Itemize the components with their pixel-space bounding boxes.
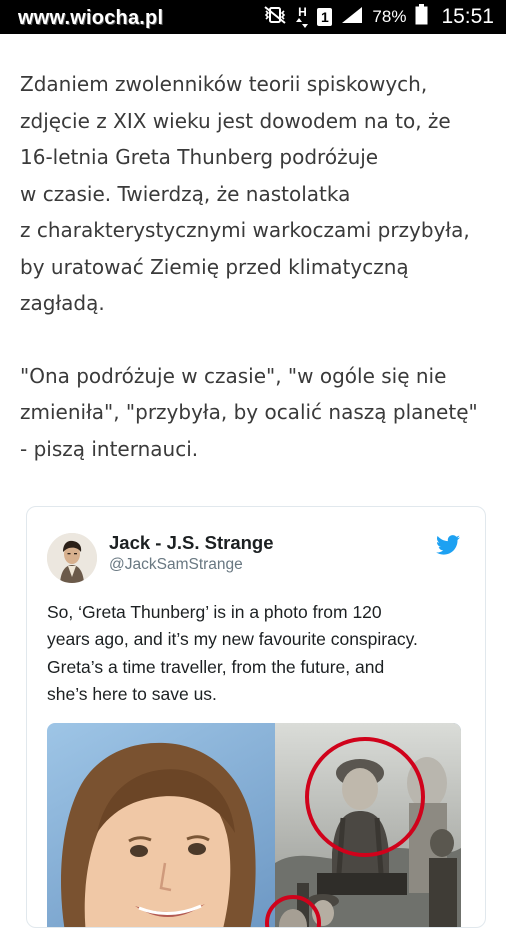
avatar[interactable] (47, 533, 97, 583)
article-paragraph: "Ona podróżuje w czasie", "w ogóle się n… (20, 358, 490, 468)
status-icons: H 1 78% 15:51 (263, 0, 494, 34)
text-line: w czasie. Twierdzą, że nastolatka (20, 181, 351, 206)
article-paragraph: Zdaniem zwolenników teorii spiskowych, z… (20, 66, 490, 322)
embedded-tweet[interactable]: Jack - J.S. Strange @JackSamStrange So, … (26, 506, 486, 928)
text-line: zmieniła", "przybyła, by ocalić naszą pl… (20, 400, 478, 424)
watermark: www.wiocha.pl (18, 7, 164, 29)
article-body: Zdaniem zwolenników teorii spiskowych, z… (20, 66, 490, 467)
network-type-label: H (298, 4, 307, 19)
tweet-text-line: Greta’s a time traveller, from the futur… (47, 656, 385, 677)
text-line: zagładą. (20, 291, 105, 315)
tweet-text-line: So, ‘Greta Thunberg’ is in a photo from … (47, 602, 382, 622)
status-bar: www.wiocha.pl H 1 78% 15:51 (0, 0, 506, 34)
text-line: - piszą internauci. (20, 436, 199, 461)
mute-vibrate-icon (263, 5, 287, 29)
text-line: 16-letnia Greta Thunberg podróżuje (20, 145, 379, 169)
tweet-author-handle[interactable]: @JackSamStrange (109, 556, 243, 574)
data-arrows-icon: H (296, 4, 309, 28)
text-line: z charakterystycznymi warkoczami przybył… (20, 218, 470, 242)
text-line: zdjęcie z XIX wieku jest dowodem na to, … (20, 108, 451, 133)
tweet-text-line: she’s here to save us. (47, 683, 217, 704)
battery-percent: 78% (372, 7, 407, 26)
tweet-text-line: years ago, and it’s my new favourite con… (47, 629, 418, 650)
text-line: by uratować Ziemię przed klimatyczną (20, 254, 409, 279)
text-line: "Ona podróżuje w czasie", "w ogóle się n… (20, 363, 447, 388)
sim-icon: 1 (317, 8, 333, 26)
clock: 15:51 (441, 5, 494, 28)
twitter-bird-icon[interactable] (436, 535, 460, 555)
tweet-text: So, ‘Greta Thunberg’ is in a photo from … (47, 599, 472, 708)
battery-icon (415, 4, 428, 30)
tweet-photo[interactable] (47, 723, 461, 927)
signal-icon (341, 6, 363, 29)
tweet-author-name[interactable]: Jack - J.S. Strange (109, 532, 274, 554)
text-line: Zdaniem zwolenników teorii spiskowych, (20, 72, 428, 96)
